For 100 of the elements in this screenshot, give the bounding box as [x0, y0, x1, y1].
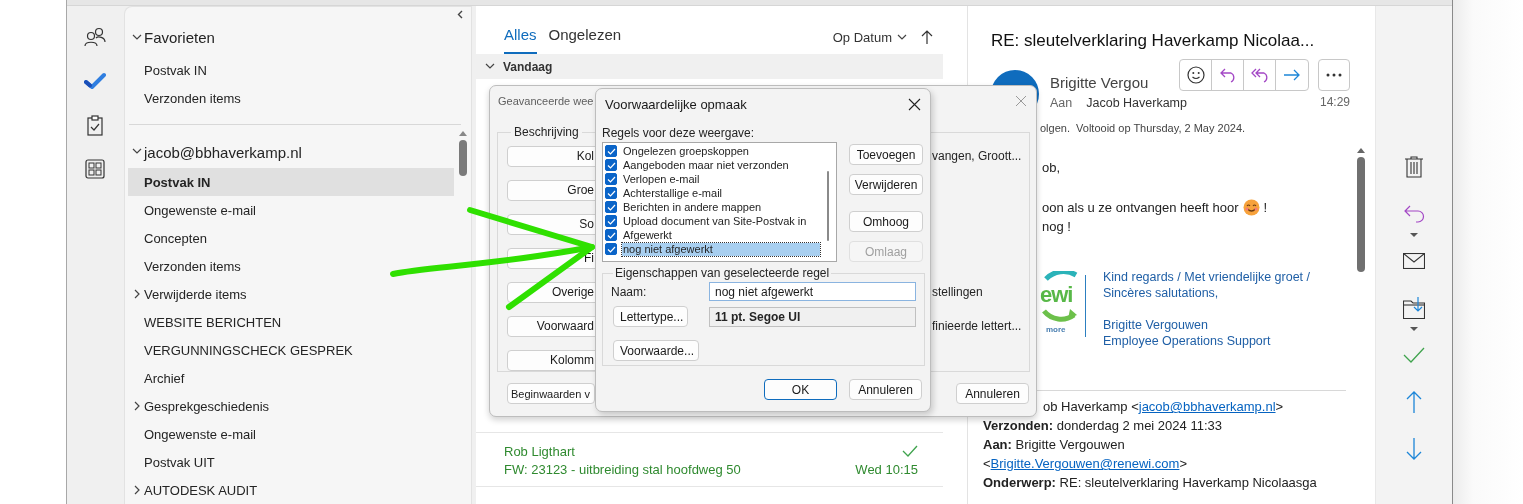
- to-label: Aan: [1050, 96, 1073, 110]
- sender-name: Rob Ligthart: [504, 443, 575, 459]
- font-value: 11 pt. Segoe UI: [709, 306, 916, 327]
- collapse-icon[interactable]: [457, 10, 463, 20]
- folder-item[interactable]: Postvak IN: [128, 56, 211, 85]
- scrollbar-thumb[interactable]: [827, 171, 829, 241]
- reply-icon[interactable]: [1403, 203, 1425, 224]
- body-text: oon als u ze ontvangen heeft hoor: [1042, 200, 1239, 215]
- folder-item[interactable]: Postvak UIT: [128, 448, 219, 476]
- body-text: nog !: [1042, 219, 1071, 234]
- condition-button[interactable]: Voorwaarde...: [613, 340, 699, 361]
- folder-item[interactable]: WEBSITE BERICHTEN: [128, 308, 286, 336]
- dialog-button[interactable]: Verwijderen: [849, 174, 923, 195]
- folder-item[interactable]: Postvak IN: [128, 168, 454, 196]
- rule-item[interactable]: Verlopen e-mail: [622, 172, 701, 186]
- checkbox[interactable]: [605, 215, 617, 227]
- folder-section-header[interactable]: Favorieten: [125, 22, 471, 53]
- group-label: Eigenschappen van geselecteerde regel: [614, 266, 831, 280]
- reply-all-icon: [1249, 67, 1270, 83]
- folder-item[interactable]: Archief: [128, 364, 189, 392]
- folder-item[interactable]: Verzonden items: [128, 84, 245, 113]
- apps-icon[interactable]: [84, 158, 106, 180]
- checkbox[interactable]: [605, 229, 617, 241]
- folder-item[interactable]: Ongewenste e-mail: [128, 196, 260, 224]
- dialog-button[interactable]: Toevoegen: [849, 144, 923, 165]
- font-button[interactable]: Lettertype...: [613, 306, 688, 327]
- checkbox[interactable]: [605, 159, 617, 171]
- scroll-up-icon[interactable]: [457, 130, 468, 137]
- smiley-icon: [1186, 66, 1205, 84]
- down-arrow-icon[interactable]: [1406, 437, 1422, 460]
- folder-move-icon[interactable]: [1403, 296, 1425, 319]
- scroll-up-icon[interactable]: [1355, 147, 1366, 154]
- rule-item[interactable]: Aangeboden maar niet verzonden: [622, 158, 790, 172]
- ok-button[interactable]: OK: [764, 379, 837, 400]
- rule-item[interactable]: Berichten in andere mappen: [622, 200, 763, 214]
- folder-item[interactable]: Concepten: [128, 224, 211, 252]
- field-label: Naam:: [611, 284, 648, 299]
- folder-section-header[interactable]: jacob@bbhaverkamp.nl: [125, 138, 454, 166]
- caret-icon[interactable]: [1410, 233, 1418, 237]
- message-row[interactable]: Rob Ligthart FW: 23123 - uitbreiding stal hoofdweg 50 Wed 10:15: [476, 433, 943, 487]
- message-time: Wed 10:15: [855, 461, 918, 477]
- checkbox[interactable]: [605, 243, 617, 255]
- cancel-button[interactable]: Annuleren: [956, 383, 1029, 404]
- scrollbar-thumb[interactable]: [1356, 157, 1365, 272]
- email-link[interactable]: jacob@bbhaverkamp.nl: [1138, 399, 1276, 414]
- rule-item[interactable]: Achterstallige e-mail: [622, 186, 724, 200]
- sort-dropdown[interactable]: Op Datum: [832, 29, 907, 45]
- reply-icon: [1218, 67, 1237, 83]
- checkmark-icon: [902, 445, 918, 457]
- up-arrow-icon[interactable]: [1406, 390, 1422, 413]
- email-link[interactable]: Brigitte.Vergouwen@renewi.com: [990, 456, 1180, 471]
- folder-item[interactable]: Gesprekgeschiedenis: [128, 392, 274, 420]
- dialog-button[interactable]: Omhoog: [849, 211, 923, 232]
- body-text: !: [1263, 200, 1268, 215]
- signature-text: Brigitte Vergouwen: [1103, 317, 1209, 333]
- signature-text: Employee Operations Support: [1103, 333, 1272, 349]
- dialog-title: Geavanceerde wee: [498, 95, 594, 107]
- signature-text: Sincères salutations,: [1103, 285, 1220, 301]
- checkbox[interactable]: [605, 201, 617, 213]
- setting-value: vangen, Groott...: [932, 149, 1022, 163]
- rule-item[interactable]: Upload document van Site-Postvak in: [622, 214, 808, 228]
- people-icon[interactable]: [84, 26, 106, 48]
- setting-value: finieerde lettert...: [932, 319, 1022, 333]
- header-line: Aan: Brigitte Vergouwen: [983, 436, 1126, 454]
- checkmark-icon[interactable]: [1403, 346, 1425, 363]
- envelope-icon[interactable]: [1403, 252, 1425, 269]
- name-field[interactable]: nog niet afgewerkt: [709, 282, 916, 301]
- checkbox[interactable]: [605, 187, 617, 199]
- delete-icon[interactable]: [1404, 155, 1424, 178]
- reset-button[interactable]: Beginwaarden v: [507, 383, 595, 404]
- rule-item[interactable]: Afgewerkt: [622, 228, 673, 242]
- header-line: <Brigitte.Vergouwen@renewi.com>: [983, 455, 1188, 473]
- chevron-right-icon[interactable]: [133, 289, 141, 299]
- chevron-down-icon: [897, 33, 907, 41]
- filter-tab[interactable]: Ongelezen: [548, 26, 622, 54]
- scrollbar-thumb[interactable]: [458, 140, 467, 176]
- dialog-title: Voorwaardelijke opmaak: [605, 96, 747, 112]
- checkbox[interactable]: [605, 145, 617, 157]
- close-icon[interactable]: [908, 97, 921, 111]
- sender-name: Brigitte Vergou: [1050, 74, 1150, 93]
- caret-icon[interactable]: [1410, 327, 1418, 331]
- checkmark-icon[interactable]: [84, 70, 106, 92]
- signature-text: Kind regards / Met vriendelijke groet /: [1103, 269, 1311, 285]
- rule-item[interactable]: Ongelezen groepskoppen: [622, 144, 750, 158]
- cancel-button[interactable]: Annuleren: [849, 379, 922, 400]
- checkbox[interactable]: [605, 173, 617, 185]
- email-subject: RE: sleutelverklaring Haverkamp Nicolaa...: [991, 30, 1316, 52]
- sort-arrow-icon[interactable]: [921, 29, 933, 45]
- clipboard-icon[interactable]: [84, 114, 106, 136]
- forward-icon: [1283, 68, 1301, 82]
- chevron-right-icon[interactable]: [133, 401, 141, 411]
- group-header[interactable]: Vandaag: [476, 54, 943, 79]
- folder-item[interactable]: Verwijderde items: [128, 280, 251, 308]
- folder-item[interactable]: VERGUNNINGSCHECK GESPREK: [128, 336, 357, 364]
- folder-item[interactable]: AUTODESK AUDIT: [128, 476, 262, 504]
- folder-item[interactable]: Verzonden items: [128, 252, 245, 280]
- rule-item[interactable]: nog niet afgewerkt: [622, 242, 820, 256]
- chevron-right-icon[interactable]: [133, 485, 141, 495]
- more-icon: [1326, 73, 1342, 77]
- folder-item[interactable]: Ongewenste e-mail: [128, 420, 260, 448]
